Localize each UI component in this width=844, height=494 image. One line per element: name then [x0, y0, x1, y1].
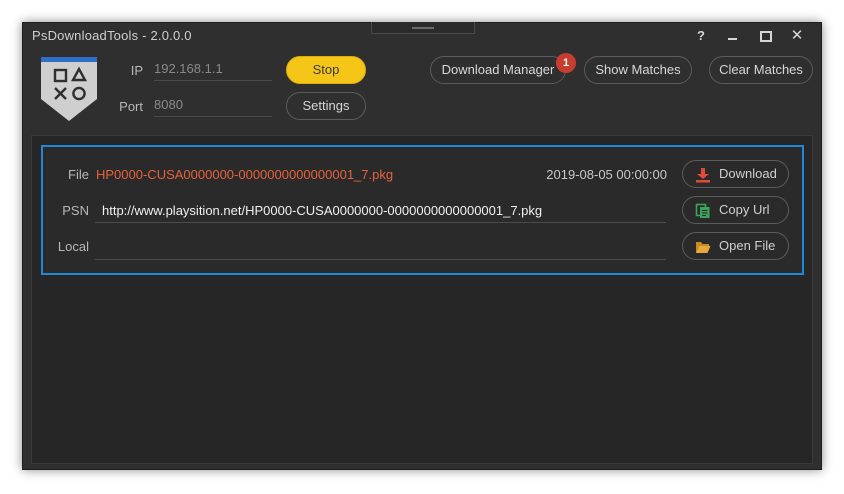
- copy-icon: [695, 203, 710, 218]
- file-date: 2019-08-05 00:00:00: [546, 167, 667, 182]
- download-button[interactable]: Download: [682, 160, 789, 188]
- file-label: File: [68, 167, 89, 182]
- app-window: PsDownloadTools - 2.0.0.0 ? ✕ IP Port St…: [22, 22, 822, 470]
- minimize-button[interactable]: [720, 26, 746, 46]
- titlebar[interactable]: PsDownloadTools - 2.0.0.0 ? ✕: [23, 22, 821, 49]
- psn-underline: [95, 222, 666, 223]
- copy-url-label: Copy Url: [719, 202, 770, 217]
- clear-matches-button[interactable]: Clear Matches: [709, 56, 813, 84]
- download-manager-button[interactable]: Download Manager: [430, 56, 566, 84]
- download-arrow-icon: [696, 168, 710, 183]
- port-label: Port: [119, 99, 143, 114]
- local-label: Local: [57, 239, 89, 254]
- settings-button[interactable]: Settings: [286, 92, 366, 120]
- maximize-button[interactable]: [752, 26, 778, 46]
- maximize-icon: [760, 31, 772, 42]
- minimize-icon: [728, 38, 737, 40]
- psn-url[interactable]: http://www.playsition.net/HP0000-CUSA000…: [102, 203, 542, 218]
- local-underline: [95, 259, 666, 260]
- stop-button[interactable]: Stop: [286, 56, 366, 84]
- window-title: PsDownloadTools - 2.0.0.0: [32, 28, 192, 43]
- open-file-label: Open File: [719, 238, 776, 253]
- close-button[interactable]: ✕: [784, 26, 810, 46]
- show-matches-button[interactable]: Show Matches: [584, 56, 692, 84]
- playstation-logo-icon: [41, 57, 97, 121]
- grip-icon: [412, 27, 434, 29]
- match-card[interactable]: File HP0000-CUSA0000000-0000000000000001…: [41, 145, 804, 275]
- download-count-badge: 1: [556, 53, 576, 73]
- ip-label: IP: [130, 63, 143, 78]
- folder-open-icon: [696, 242, 711, 253]
- ip-input[interactable]: [154, 58, 272, 81]
- help-button[interactable]: ?: [688, 26, 714, 46]
- file-name: HP0000-CUSA0000000-0000000000000001_7.pk…: [96, 167, 394, 182]
- copy-url-button[interactable]: Copy Url: [682, 196, 789, 224]
- download-label: Download: [719, 166, 777, 181]
- psn-label: PSN: [62, 203, 89, 218]
- matches-list: File HP0000-CUSA0000000-0000000000000001…: [31, 135, 813, 464]
- drag-handle[interactable]: [371, 22, 475, 34]
- port-input[interactable]: [154, 94, 272, 117]
- open-file-button[interactable]: Open File: [682, 232, 789, 260]
